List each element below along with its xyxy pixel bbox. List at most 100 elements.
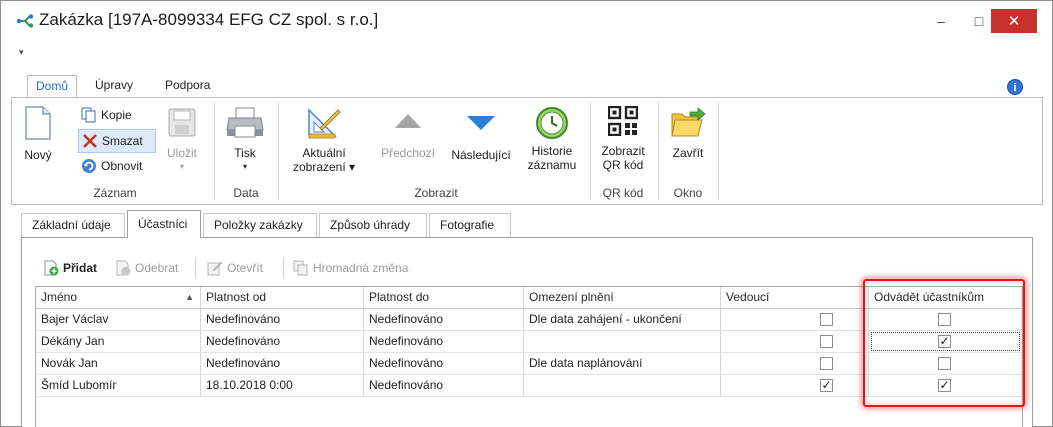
- minimize-button[interactable]: –: [923, 7, 959, 35]
- add-participant-button[interactable]: Přidat: [43, 259, 97, 277]
- group-label-zobrazit: Zobrazit: [414, 186, 458, 200]
- show-qr-label-1: Zobrazit: [601, 144, 645, 158]
- ribbon-tab-upravy[interactable]: Úpravy: [87, 75, 141, 98]
- cell-jmeno: Novák Jan: [36, 353, 201, 374]
- printer-icon: [226, 106, 264, 138]
- document-tab-bar: Základní údaje Účastníci Položky zakázky…: [21, 210, 1033, 238]
- group-label-data: Data: [233, 186, 259, 200]
- remove-participant-button[interactable]: Odebrat: [115, 259, 178, 277]
- tab-polozky-zakazky[interactable]: Položky zakázky: [203, 213, 317, 237]
- quick-access-dropdown-icon[interactable]: ▾: [19, 47, 29, 57]
- table-row[interactable]: Novák Jan Nedefinováno Nedefinováno Dle …: [36, 353, 1022, 375]
- open-participant-button[interactable]: Otevřít: [207, 259, 263, 277]
- delete-x-icon: [82, 133, 98, 149]
- column-header-omezeni-plneni[interactable]: Omezení plnění: [524, 287, 721, 308]
- cell-platnost-od: Nedefinováno: [201, 309, 364, 330]
- close-button[interactable]: ✕: [991, 9, 1037, 33]
- odvadet-checkbox[interactable]: ✓: [938, 379, 951, 392]
- cell-platnost-od: Nedefinováno: [201, 353, 364, 374]
- cell-vedouci: ✓: [721, 375, 869, 396]
- cell-platnost-od: 18.10.2018 0:00: [201, 375, 364, 396]
- ribbon-tab-domu[interactable]: Domů: [27, 75, 78, 98]
- view-ruler-pen-icon: [306, 106, 342, 140]
- next-button[interactable]: Následující: [446, 106, 516, 162]
- save-label: Uložit: [166, 146, 197, 160]
- bulk-change-button[interactable]: Hromadná změna: [293, 259, 408, 277]
- column-header-odvadet-ucastnikum[interactable]: Odvádět účastníkům: [869, 287, 1022, 308]
- print-label: Tisk: [234, 146, 256, 160]
- cell-platnost-od: Nedefinováno: [201, 331, 364, 352]
- new-document-icon: [25, 106, 51, 140]
- odvadet-checkbox[interactable]: ✓: [938, 335, 951, 348]
- toolbar-separator: [283, 258, 284, 278]
- triangle-up-icon: [395, 114, 421, 128]
- next-label: Následující: [451, 148, 511, 162]
- copy-icon: [81, 107, 97, 123]
- folder-exit-icon: [670, 106, 706, 138]
- save-disk-icon: [168, 106, 196, 138]
- cell-omezeni-plneni: Dle data naplánování: [524, 353, 721, 374]
- cell-platnost-do: Nedefinováno: [364, 331, 524, 352]
- column-header-vedouci[interactable]: Vedoucí: [721, 287, 869, 308]
- group-label-okno: Okno: [673, 186, 703, 200]
- ribbon-separator: [590, 102, 591, 200]
- odvadet-checkbox[interactable]: [938, 313, 951, 326]
- bulk-change-icon: [293, 260, 309, 276]
- ribbon: Nový Kopie Smazat Obnovit Uložit ▾ Zázna…: [11, 97, 1043, 205]
- odvadet-checkbox[interactable]: [938, 357, 951, 370]
- cell-platnost-do: Nedefinováno: [364, 309, 524, 330]
- show-qr-button[interactable]: Zobrazit QR kód: [594, 106, 652, 172]
- new-button-label: Nový: [24, 148, 52, 162]
- qr-code-icon: [608, 106, 638, 138]
- bulk-change-label: Hromadná změna: [313, 261, 409, 275]
- cell-jmeno: Bajer Václav: [36, 309, 201, 330]
- vedouci-checkbox[interactable]: ✓: [820, 379, 833, 392]
- window-title: Zakázka [197A-8099334 EFG CZ spol. s r.o…: [39, 10, 379, 29]
- column-header-platnost-od[interactable]: Platnost od: [201, 287, 364, 308]
- previous-button[interactable]: Předchozí: [376, 106, 440, 160]
- add-document-icon: [43, 260, 59, 276]
- copy-button[interactable]: Kopie: [78, 105, 135, 125]
- save-dropdown-icon: ▾: [179, 162, 184, 171]
- delete-button[interactable]: Smazat: [78, 129, 156, 153]
- info-icon[interactable]: i: [1007, 79, 1023, 95]
- cell-jmeno: Dékány Jan: [36, 331, 201, 352]
- table-row[interactable]: Šmíd Lubomír 18.10.2018 0:00 Nedefinován…: [36, 375, 1022, 397]
- save-button[interactable]: Uložit ▾: [164, 106, 200, 174]
- close-window-button[interactable]: Zavřít: [664, 106, 712, 160]
- cell-odvadet: ✓: [869, 375, 1022, 396]
- tab-zakladni-udaje[interactable]: Základní údaje: [21, 213, 125, 237]
- ribbon-tab-podpora[interactable]: Podpora: [157, 75, 218, 98]
- ribbon-tab-bar: Domů Úpravy Podpora: [11, 71, 1043, 98]
- open-edit-icon: [207, 260, 223, 276]
- column-header-label: Jméno: [41, 290, 78, 304]
- table-row[interactable]: Bajer Václav Nedefinováno Nedefinováno D…: [36, 309, 1022, 331]
- delete-label: Smazat: [102, 134, 143, 148]
- tab-fotografie[interactable]: Fotografie: [429, 213, 511, 237]
- cell-vedouci: [721, 353, 869, 374]
- history-button[interactable]: Historie záznamu: [520, 106, 584, 172]
- column-header-jmeno[interactable]: Jméno ▲: [36, 287, 201, 308]
- new-button[interactable]: Nový: [20, 106, 56, 162]
- add-participant-label: Přidat: [63, 261, 98, 275]
- vedouci-checkbox[interactable]: [820, 357, 833, 370]
- copy-label: Kopie: [101, 108, 132, 122]
- cell-vedouci: [721, 309, 869, 330]
- history-label-1: Historie: [531, 144, 573, 158]
- print-button[interactable]: Tisk ▾: [222, 106, 268, 174]
- vedouci-checkbox[interactable]: [820, 313, 833, 326]
- current-view-button[interactable]: Aktuální zobrazení ▾: [288, 106, 360, 174]
- title-bar[interactable]: Zakázka [197A-8099334 EFG CZ spol. s r.o…: [1, 1, 1052, 43]
- column-header-platnost-do[interactable]: Platnost do: [364, 287, 524, 308]
- vedouci-checkbox[interactable]: [820, 335, 833, 348]
- cell-odvadet: [869, 309, 1022, 330]
- remove-document-icon: [115, 260, 131, 276]
- previous-label: Předchozí: [380, 146, 436, 160]
- group-label-zaznam: Záznam: [93, 186, 137, 200]
- refresh-button[interactable]: Obnovit: [78, 156, 145, 176]
- tab-ucastnici[interactable]: Účastníci: [127, 210, 201, 238]
- tab-zpusob-uhrady[interactable]: Způsob úhrady: [319, 213, 427, 237]
- table-row[interactable]: Dékány Jan Nedefinováno Nedefinováno ✓: [36, 331, 1022, 353]
- cell-omezeni-plneni: [524, 375, 721, 396]
- app-icon: [16, 14, 36, 28]
